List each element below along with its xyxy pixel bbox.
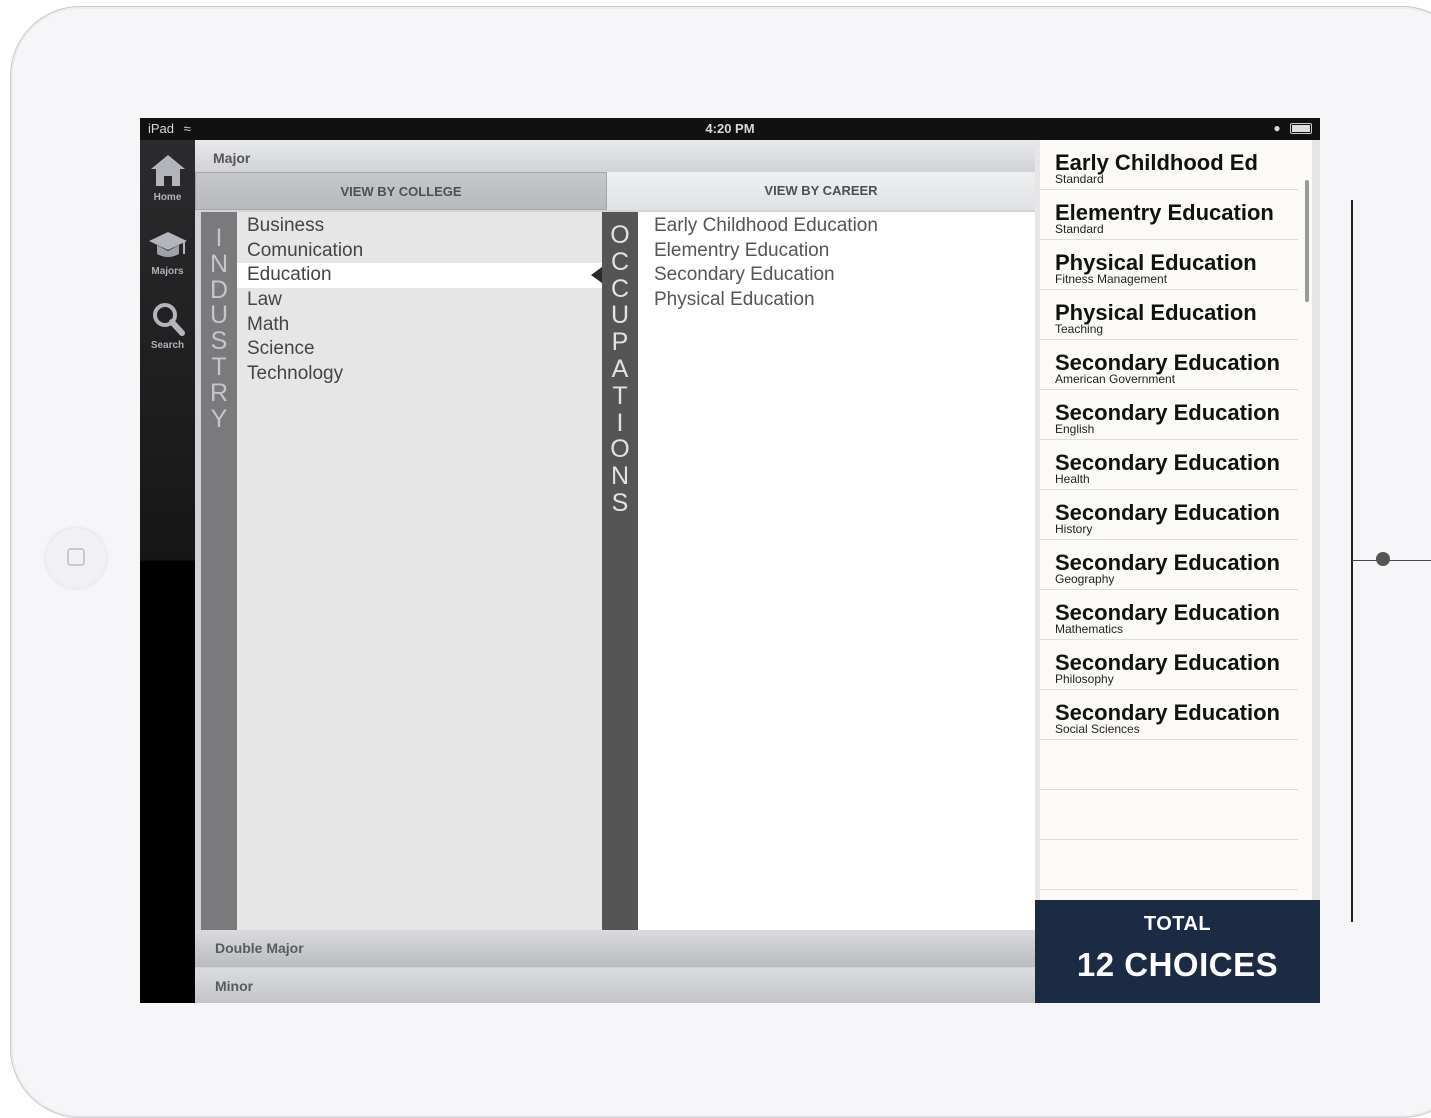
home-icon [140,152,195,190]
choice-item[interactable]: Secondary Education Geography [1040,540,1298,590]
ipad-screen: iPad ≈ 4:20 PM ● Home Majors Search Majo… [140,118,1320,1003]
industry-item-science[interactable]: Science [237,337,602,362]
annotation-dot [1376,552,1390,566]
choices-panel: Early Childhood Ed Standard Elementry Ed… [1035,140,1320,900]
tab-view-by-career[interactable]: VIEW BY CAREER [607,172,1035,210]
choice-subtitle: Philosophy [1055,672,1114,686]
total-label: TOTAL [1143,913,1212,935]
industry-item-law[interactable]: Law [237,288,602,313]
tab-view-by-college[interactable]: VIEW BY COLLEGE [195,172,607,210]
choice-subtitle: Health [1055,472,1090,486]
choice-item[interactable]: Secondary Education Philosophy [1040,640,1298,690]
left-nav: Home Majors Search [140,140,195,1003]
choices-list[interactable]: Early Childhood Ed Standard Elementry Ed… [1040,140,1312,900]
choice-subtitle: Fitness Management [1055,272,1168,286]
choice-item[interactable]: Secondary Education Health [1040,440,1298,490]
total-summary: TOTAL 12 CHOICES [1035,900,1320,1003]
major-panel: Major VIEW BY COLLEGE VIEW BY CAREER I N… [195,140,1035,1003]
choice-subtitle: Standard [1055,222,1104,236]
industry-letter: R [209,378,229,407]
major-label: Major [213,150,251,166]
occupations-list: Early Childhood Education Elementry Educ… [638,212,1035,930]
choice-subtitle: Standard [1055,172,1104,186]
annotation-line [1351,200,1353,922]
home-hardware-button[interactable] [46,528,106,588]
industry-letter: S [210,327,228,356]
graduation-cap-icon [140,226,195,264]
nav-item-search[interactable]: Search [140,300,195,351]
status-time: 4:20 PM [705,121,755,136]
industry-letter: T [211,352,227,381]
industry-item-math[interactable]: Math [237,313,602,338]
lock-rotation-icon: ● [1273,121,1281,135]
occupation-item[interactable]: Early Childhood Education [638,214,1035,239]
industry-item-business[interactable]: Business [237,214,602,239]
industry-vertical-label: I N D U S T R Y [201,212,237,930]
choices-scrollbar[interactable] [1305,180,1309,302]
occupation-item[interactable]: Physical Education [638,288,1035,313]
industry-item-education[interactable]: Education [237,263,602,289]
empty-choice-row [1040,790,1298,840]
empty-choice-row [1040,740,1298,790]
search-icon [140,300,195,338]
status-bar: iPad ≈ 4:20 PM ● [140,118,1320,140]
choice-subtitle: History [1055,522,1093,536]
selection-pointer-icon [591,267,602,283]
industry-letter: U [209,301,229,330]
choice-subtitle: Social Sciences [1055,722,1140,736]
industry-item-comunication[interactable]: Comunication [237,239,602,264]
choice-item[interactable]: Physical Education Teaching [1040,290,1298,340]
annotation-connector [1352,560,1431,561]
choice-item[interactable]: Secondary Education American Government [1040,340,1298,390]
industry-letter: N [209,249,229,278]
empty-choice-row [1040,840,1298,890]
choice-subtitle: Teaching [1055,322,1104,336]
choice-subtitle: Geography [1055,572,1115,586]
occupation-item[interactable]: Secondary Education [638,263,1035,288]
battery-icon [1290,123,1312,135]
double-major-label: Double Major [215,940,304,956]
nav-item-home[interactable]: Home [140,152,195,203]
industry-list: Business Comunication Education Law Math… [237,212,602,930]
choice-subtitle: English [1055,422,1095,436]
nav-label-search: Search [150,340,185,351]
choice-item[interactable]: Elementry Education Standard [1040,190,1298,240]
choice-item[interactable]: Early Childhood Ed Standard [1040,140,1298,190]
choice-item[interactable]: Secondary Education History [1040,490,1298,540]
choice-item[interactable]: Secondary Education English [1040,390,1298,440]
nav-item-majors[interactable]: Majors [140,226,195,277]
choice-item[interactable]: Physical Education Fitness Management [1040,240,1298,290]
industry-letter: D [209,275,229,304]
total-count: 12 CHOICES [1076,946,1279,983]
nav-label-majors: Majors [151,266,184,277]
double-major-section[interactable]: Double Major [195,930,1035,967]
industry-letter: I [215,224,223,252]
occupation-item[interactable]: Elementry Education [638,239,1035,264]
minor-label: Minor [215,978,254,994]
industry-item-technology[interactable]: Technology [237,362,602,387]
choice-item[interactable]: Secondary Education Social Sciences [1040,690,1298,740]
industry-letter: Y [210,404,228,433]
choice-item[interactable]: Secondary Education Mathematics [1040,590,1298,640]
minor-section[interactable]: Minor [195,968,1035,1003]
occupations-vertical-label: O C C U P A T I O N S [602,212,638,930]
nav-label-home: Home [153,192,182,203]
choice-subtitle: American Government [1055,372,1176,386]
major-header[interactable]: Major [195,140,1035,174]
choice-subtitle: Mathematics [1055,622,1124,636]
